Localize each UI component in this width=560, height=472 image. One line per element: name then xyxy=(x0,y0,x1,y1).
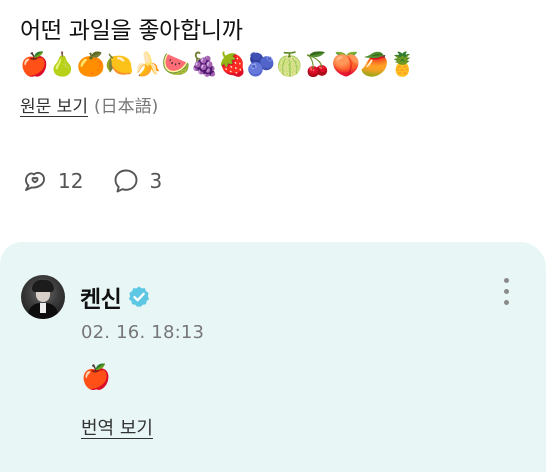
post-actions: 12 3 xyxy=(20,166,190,196)
post: 어떤 과일을 좋아합니까 🍎🍐🍊🍋🍌🍉🍇🍓🫐🍈🍒🍑🥭🍍 원문 보기 (日本語) xyxy=(20,14,540,117)
bubble-heart-icon xyxy=(25,171,45,191)
see-original-link[interactable]: 원문 보기 xyxy=(20,97,88,117)
reply-translate-row: 번역 보기 xyxy=(81,414,153,440)
original-language-note: (日本語) xyxy=(93,97,159,117)
likes-count: 12 xyxy=(58,169,84,193)
more-options-button[interactable] xyxy=(500,278,512,310)
reply-content: 🍎 xyxy=(81,363,111,391)
author-name[interactable]: 켄신 xyxy=(80,280,122,314)
verified-badge-icon xyxy=(129,286,150,307)
avatar[interactable] xyxy=(21,275,65,319)
see-original-row: 원문 보기 (日本語) xyxy=(20,92,540,117)
author-row: 켄신 xyxy=(80,280,151,314)
reply-card: 켄신 02. 16. 18:13 🍎 번역 보기 xyxy=(0,242,546,472)
comments-count: 3 xyxy=(149,169,163,193)
more-dots-icon xyxy=(503,278,509,283)
see-translation-link[interactable]: 번역 보기 xyxy=(81,418,153,439)
speech-bubble-icon xyxy=(115,169,138,193)
post-emojis: 🍎🍐🍊🍋🍌🍉🍇🍓🫐🍈🍒🍑🥭🍍 xyxy=(20,52,417,78)
reply-timestamp: 02. 16. 18:13 xyxy=(81,322,205,343)
comment-button[interactable]: 3 xyxy=(111,166,162,196)
post-text: 어떤 과일을 좋아합니까 xyxy=(20,18,243,44)
like-button[interactable]: 12 xyxy=(20,166,83,196)
post-body: 어떤 과일을 좋아합니까 🍎🍐🍊🍋🍌🍉🍇🍓🫐🍈🍒🍑🥭🍍 xyxy=(20,14,540,82)
